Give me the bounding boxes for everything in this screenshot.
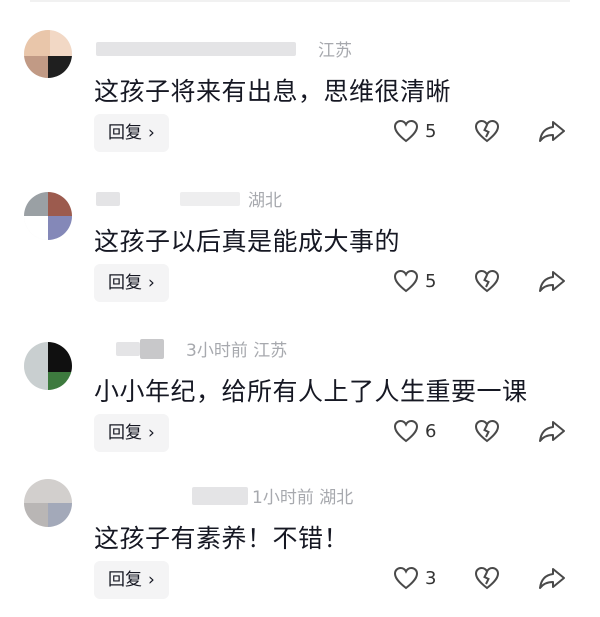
comment-meta: 湖北: [96, 186, 282, 211]
broken-heart-icon: [474, 269, 500, 293]
share-arrow-icon: [538, 419, 566, 443]
comment-text: 这孩子有素养！不错！: [94, 524, 350, 553]
broken-heart-icon: [474, 119, 500, 143]
like-button[interactable]: 3: [393, 566, 436, 590]
like-count: 5: [425, 270, 437, 292]
location-text: 湖北: [248, 191, 282, 211]
share-button[interactable]: [538, 419, 566, 443]
share-button[interactable]: [538, 119, 566, 143]
chevron-right-icon: ›: [148, 570, 155, 590]
avatar[interactable]: [24, 30, 72, 78]
comment-meta: 江苏: [96, 36, 352, 61]
like-button[interactable]: 6: [393, 419, 436, 443]
broken-heart-icon: [474, 566, 500, 590]
reply-button[interactable]: 回复 ›: [94, 264, 169, 302]
comment-item: 湖北 这孩子以后真是能成大事的 回复 › 5: [0, 172, 600, 320]
comment-item: 1小时前 湖北 这孩子有素养！不错！ 回复 › 3: [0, 469, 600, 617]
blurred-username: [96, 191, 120, 206]
like-count: 3: [425, 567, 437, 589]
like-count: 5: [425, 120, 437, 142]
share-arrow-icon: [538, 566, 566, 590]
like-button[interactable]: 5: [393, 119, 436, 143]
heart-icon: [393, 119, 419, 143]
dislike-button[interactable]: [474, 419, 500, 443]
avatar[interactable]: [24, 342, 72, 390]
blurred-username: [180, 191, 240, 206]
chevron-right-icon: ›: [148, 423, 155, 443]
broken-heart-icon: [474, 419, 500, 443]
share-arrow-icon: [538, 269, 566, 293]
avatar[interactable]: [24, 192, 72, 240]
reply-button[interactable]: 回复 ›: [94, 114, 169, 152]
location-text: 江苏: [318, 41, 352, 61]
chevron-right-icon: ›: [148, 123, 155, 143]
like-button[interactable]: 5: [393, 269, 436, 293]
share-button[interactable]: [538, 566, 566, 590]
reply-label: 回复: [108, 123, 142, 143]
comment-meta: 3小时前 江苏: [96, 336, 288, 361]
reply-button[interactable]: 回复 ›: [94, 561, 169, 599]
reply-label: 回复: [108, 273, 142, 293]
like-count: 6: [425, 420, 437, 442]
comment-text: 小小年纪，给所有人上了人生重要一课: [94, 377, 528, 406]
blurred-username: [140, 338, 164, 359]
dislike-button[interactable]: [474, 566, 500, 590]
dislike-button[interactable]: [474, 269, 500, 293]
comment-item: 3小时前 江苏 小小年纪，给所有人上了人生重要一课 回复 › 6: [0, 322, 600, 470]
reply-button[interactable]: 回复 ›: [94, 414, 169, 452]
comment-text: 这孩子将来有出息，思维很清晰: [94, 77, 452, 106]
reply-label: 回复: [108, 423, 142, 443]
comment-item: 江苏 这孩子将来有出息，思维很清晰 回复 › 5: [0, 22, 600, 170]
divider: [30, 0, 570, 2]
avatar[interactable]: [24, 479, 72, 527]
blurred-username: [116, 341, 140, 356]
heart-icon: [393, 269, 419, 293]
blurred-username: [96, 41, 296, 56]
blurred-username: [192, 486, 248, 505]
share-arrow-icon: [538, 119, 566, 143]
chevron-right-icon: ›: [148, 273, 155, 293]
comment-text: 这孩子以后真是能成大事的: [94, 227, 401, 256]
comment-meta: 1小时前 湖北: [96, 483, 354, 508]
time-location-text: 1小时前 湖北: [252, 488, 354, 508]
reply-label: 回复: [108, 570, 142, 590]
heart-icon: [393, 566, 419, 590]
heart-icon: [393, 419, 419, 443]
time-location-text: 3小时前 江苏: [186, 341, 288, 361]
share-button[interactable]: [538, 269, 566, 293]
dislike-button[interactable]: [474, 119, 500, 143]
